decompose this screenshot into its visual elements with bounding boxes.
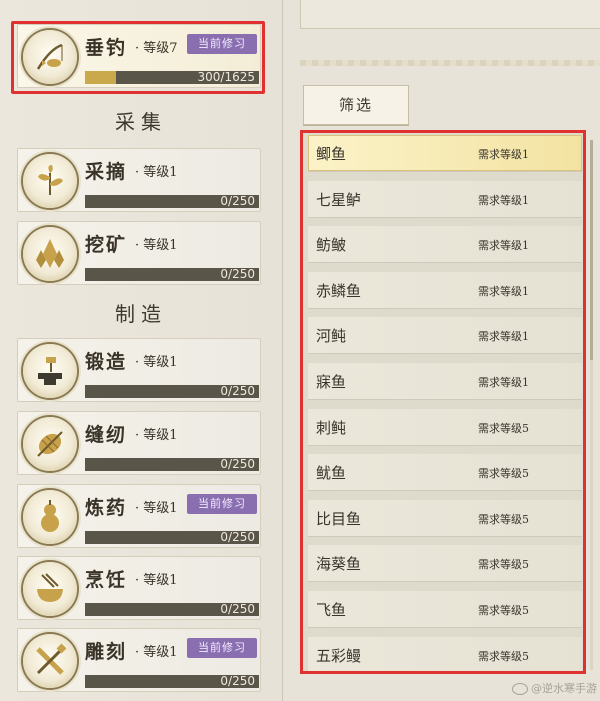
xp-bar: 0/250 bbox=[85, 457, 259, 471]
fish-required-level: 需求等级1 bbox=[478, 284, 529, 298]
skill-card-3[interactable]: 锻造 · 等级1 0/250 bbox=[17, 338, 261, 402]
skill-level: · 等级1 bbox=[135, 501, 178, 516]
gourd-icon bbox=[23, 490, 77, 544]
skill-level: · 等级7 bbox=[135, 41, 178, 56]
skill-name: 炼药 bbox=[85, 497, 128, 519]
skill-card-0[interactable]: 垂钓 · 等级7 当前修习 300/1625 bbox=[17, 24, 261, 88]
fish-row[interactable]: 鲂鲏 需求等级1 bbox=[308, 226, 582, 264]
fish-row[interactable]: 寐鱼 需求等级1 bbox=[308, 363, 582, 400]
weibo-icon bbox=[512, 683, 528, 695]
section-crafting: 制造 bbox=[115, 302, 167, 326]
xp-bar: 0/250 bbox=[85, 384, 259, 398]
skill-name: 锻造 bbox=[85, 351, 128, 373]
decorative-band bbox=[300, 60, 600, 66]
current-training-badge: 当前修习 bbox=[187, 34, 257, 54]
skill-level: · 等级1 bbox=[135, 428, 178, 443]
fish-required-level: 需求等级1 bbox=[478, 239, 529, 253]
fish-name: 飞鱼 bbox=[316, 601, 347, 619]
xp-text: 300/1625 bbox=[197, 70, 256, 84]
skill-level: · 等级1 bbox=[135, 355, 178, 370]
fish-row[interactable]: 海葵鱼 需求等级5 bbox=[308, 545, 582, 583]
fish-row[interactable]: 飞鱼 需求等级5 bbox=[308, 591, 582, 628]
detail-frame bbox=[300, 0, 600, 29]
xp-text: 0/250 bbox=[220, 530, 255, 544]
fishing-rod-icon bbox=[23, 30, 77, 84]
xp-bar: 0/250 bbox=[85, 194, 259, 208]
skill-name: 缝纫 bbox=[85, 424, 128, 446]
fish-name: 赤鳞鱼 bbox=[316, 281, 362, 300]
fish-row[interactable]: 鲫鱼 需求等级1 bbox=[308, 135, 582, 172]
skill-name: 采摘 bbox=[85, 161, 128, 183]
fish-name: 鲂鲏 bbox=[316, 236, 347, 255]
skill-card-7[interactable]: 雕刻 · 等级1 当前修习 0/250 bbox=[17, 628, 261, 692]
fish-row[interactable]: 刺鲀 需求等级5 bbox=[308, 408, 582, 446]
fish-required-level: 需求等级1 bbox=[478, 148, 529, 161]
xp-bar: 300/1625 bbox=[85, 70, 259, 84]
fish-name: 鲫鱼 bbox=[316, 145, 347, 163]
skill-level: · 等级1 bbox=[135, 573, 178, 588]
column-divider bbox=[282, 0, 283, 701]
skill-name: 垂钓 bbox=[85, 37, 128, 59]
fish-list: 鲫鱼 需求等级1 七星鲈 需求等级1 鲂鲏 需求等级1 赤鳞鱼 需求等级1 河鲀 需求等级1 寐鱼需… bbox=[300, 130, 586, 674]
fish-required-level: 需求等级5 bbox=[478, 649, 529, 663]
fish-name: 比目鱼 bbox=[316, 509, 362, 528]
fish-required-level: 需求等级5 bbox=[478, 467, 529, 481]
fish-name: 河鲀 bbox=[316, 327, 347, 346]
fish-name: 刺鲀 bbox=[316, 418, 347, 437]
fish-required-level: 需求等级5 bbox=[478, 512, 529, 526]
fish-name: 五彩鳗 bbox=[316, 646, 362, 665]
thread-spool-icon bbox=[23, 417, 77, 471]
xp-text: 0/250 bbox=[220, 457, 255, 471]
current-training-badge: 当前修习 bbox=[187, 638, 257, 658]
fish-row[interactable]: 赤鳞鱼 需求等级1 bbox=[308, 271, 582, 309]
skill-card-1[interactable]: 采摘 · 等级1 0/250 bbox=[17, 148, 261, 212]
fish-required-level: 需求等级1 bbox=[478, 376, 529, 389]
skill-level: · 等级1 bbox=[135, 165, 178, 180]
chisel-icon bbox=[23, 634, 77, 688]
fish-row[interactable]: 五彩鳗 需求等级5 bbox=[308, 636, 582, 671]
xp-text: 0/250 bbox=[220, 267, 255, 281]
section-gathering: 采集 bbox=[115, 110, 167, 134]
xp-text: 0/250 bbox=[220, 602, 255, 616]
fish-required-level: 需求等级1 bbox=[478, 193, 529, 207]
xp-text: 0/250 bbox=[220, 674, 255, 688]
herb-leaf-icon bbox=[23, 154, 77, 208]
xp-bar: 0/250 bbox=[85, 267, 259, 281]
fish-row[interactable]: 鱿鱼 需求等级5 bbox=[308, 454, 582, 492]
fish-required-level: 需求等级5 bbox=[478, 558, 529, 572]
skill-name: 烹饪 bbox=[85, 569, 128, 591]
watermark: @逆水寒手游 bbox=[512, 680, 597, 696]
xp-text: 0/250 bbox=[220, 194, 255, 208]
fish-name: 七星鲈 bbox=[316, 190, 362, 209]
xp-bar: 0/250 bbox=[85, 674, 259, 688]
fish-name: 寐鱼 bbox=[316, 373, 347, 391]
cooking-pot-icon bbox=[23, 562, 77, 616]
xp-bar: 0/250 bbox=[85, 530, 259, 544]
xp-bar: 0/250 bbox=[85, 602, 259, 616]
fish-row[interactable]: 七星鲈 需求等级1 bbox=[308, 180, 582, 218]
xp-text: 0/250 bbox=[220, 384, 255, 398]
skill-level: · 等级1 bbox=[135, 645, 178, 660]
skill-card-4[interactable]: 缝纫 · 等级1 0/250 bbox=[17, 411, 261, 475]
fish-row[interactable]: 河鲀 需求等级1 bbox=[308, 317, 582, 355]
skill-name: 挖矿 bbox=[85, 234, 128, 256]
fish-list-scrollbar[interactable] bbox=[590, 140, 593, 670]
scrollbar-thumb[interactable] bbox=[590, 140, 593, 360]
ore-crystal-icon bbox=[23, 227, 77, 281]
fish-name: 鱿鱼 bbox=[316, 464, 347, 483]
skill-card-5[interactable]: 炼药 · 等级1 当前修习 0/250 bbox=[17, 484, 261, 548]
anvil-hammer-icon bbox=[23, 344, 77, 398]
xp-bar-fill bbox=[85, 71, 117, 84]
skill-card-6[interactable]: 烹饪 · 等级1 0/250 bbox=[17, 556, 261, 620]
fish-name: 海葵鱼 bbox=[316, 555, 362, 574]
skill-level: · 等级1 bbox=[135, 238, 178, 253]
skill-name: 雕刻 bbox=[85, 641, 128, 663]
filter-button[interactable]: 筛选 bbox=[303, 85, 409, 125]
current-training-badge: 当前修习 bbox=[187, 494, 257, 514]
fish-required-level: 需求等级1 bbox=[478, 330, 529, 344]
skill-card-2[interactable]: 挖矿 · 等级1 0/250 bbox=[17, 221, 261, 285]
fish-required-level: 需求等级5 bbox=[478, 421, 529, 435]
fish-required-level: 需求等级5 bbox=[478, 604, 529, 617]
fish-row[interactable]: 比目鱼 需求等级5 bbox=[308, 499, 582, 537]
